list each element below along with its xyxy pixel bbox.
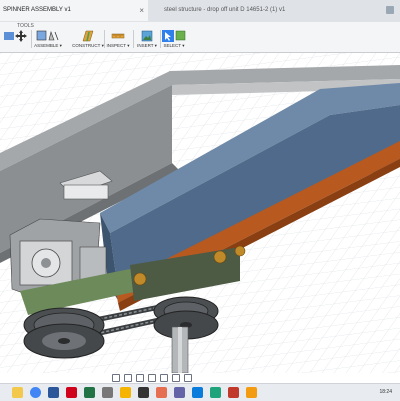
- settings-icon[interactable]: [102, 387, 113, 398]
- construct-icon: [82, 30, 94, 42]
- inspect-menu[interactable]: INSPECT ▾: [106, 30, 130, 50]
- move-icon: [15, 30, 27, 42]
- construct-label: CONSTRUCT ▾: [72, 43, 104, 48]
- separator: [31, 30, 32, 48]
- game-icon[interactable]: [210, 387, 221, 398]
- assemble-icon: [36, 30, 59, 41]
- teams-icon[interactable]: [174, 387, 185, 398]
- select-menu[interactable]: SELECT ▾: [160, 30, 188, 50]
- separator: [133, 30, 134, 48]
- sprocket-left: [23, 307, 105, 359]
- navigation-tools: [112, 374, 196, 382]
- assemble-label: ASSEMBLE ▾: [34, 43, 62, 48]
- inspect-label: INSPECT ▾: [106, 43, 130, 48]
- close-tab-icon[interactable]: ×: [139, 0, 144, 21]
- viewports-icon[interactable]: [184, 374, 192, 382]
- chrome-icon[interactable]: [30, 387, 41, 398]
- measure-icon: [111, 33, 125, 39]
- windows-taskbar: 18:24: [0, 383, 400, 401]
- word-icon[interactable]: [48, 387, 59, 398]
- ribbon-toolbar: TOOLS ASSEMBLE ▾ CONSTRUCT ▾ INSPECT ▾ I…: [0, 22, 400, 53]
- file-icon: [386, 6, 394, 14]
- zoom-icon[interactable]: [136, 374, 144, 382]
- select-arrow-icon: [162, 30, 186, 42]
- tab-label: SPINNER ASSEMBLY v1: [3, 7, 71, 13]
- pan-icon[interactable]: [124, 374, 132, 382]
- assemble-menu[interactable]: ASSEMBLE ▾: [33, 30, 63, 50]
- insert-image-icon: [141, 30, 153, 42]
- sketch-icon[interactable]: [156, 387, 167, 398]
- tab-steel-structure[interactable]: steel structure - drop off unit D 14651-…: [152, 0, 400, 21]
- clock: 18:24: [379, 389, 392, 395]
- select-label: SELECT ▾: [163, 43, 185, 48]
- model-canvas: [0, 53, 400, 373]
- insert-menu[interactable]: INSERT ▾: [135, 30, 159, 50]
- fit-icon[interactable]: [148, 374, 156, 382]
- construct-menu[interactable]: CONSTRUCT ▾: [70, 30, 106, 50]
- move-button[interactable]: [14, 30, 28, 50]
- insert-label: INSERT ▾: [137, 43, 157, 48]
- fusion-icon[interactable]: [246, 387, 257, 398]
- notes-icon[interactable]: [120, 387, 131, 398]
- document-tab-bar: SPINNER ASSEMBLY v1 × steel structure - …: [0, 0, 400, 23]
- terminal-icon[interactable]: [138, 387, 149, 398]
- tab-label: steel structure - drop off unit D 14651-…: [164, 7, 286, 13]
- autodesk-icon[interactable]: [66, 387, 77, 398]
- orbit-icon[interactable]: [112, 374, 120, 382]
- separator: [104, 30, 105, 48]
- grid-icon[interactable]: [172, 374, 180, 382]
- tools-label: TOOLS: [17, 23, 34, 29]
- tab-spinner-assembly[interactable]: SPINNER ASSEMBLY v1 ×: [0, 0, 148, 21]
- display-icon[interactable]: [160, 374, 168, 382]
- spinner-shaft: [171, 326, 189, 373]
- 3d-viewport[interactable]: [0, 53, 400, 373]
- navigation-bar: [0, 373, 400, 383]
- excel-icon[interactable]: [84, 387, 95, 398]
- photos-icon[interactable]: [192, 387, 203, 398]
- media-icon[interactable]: [228, 387, 239, 398]
- file-explorer-icon[interactable]: [12, 387, 23, 398]
